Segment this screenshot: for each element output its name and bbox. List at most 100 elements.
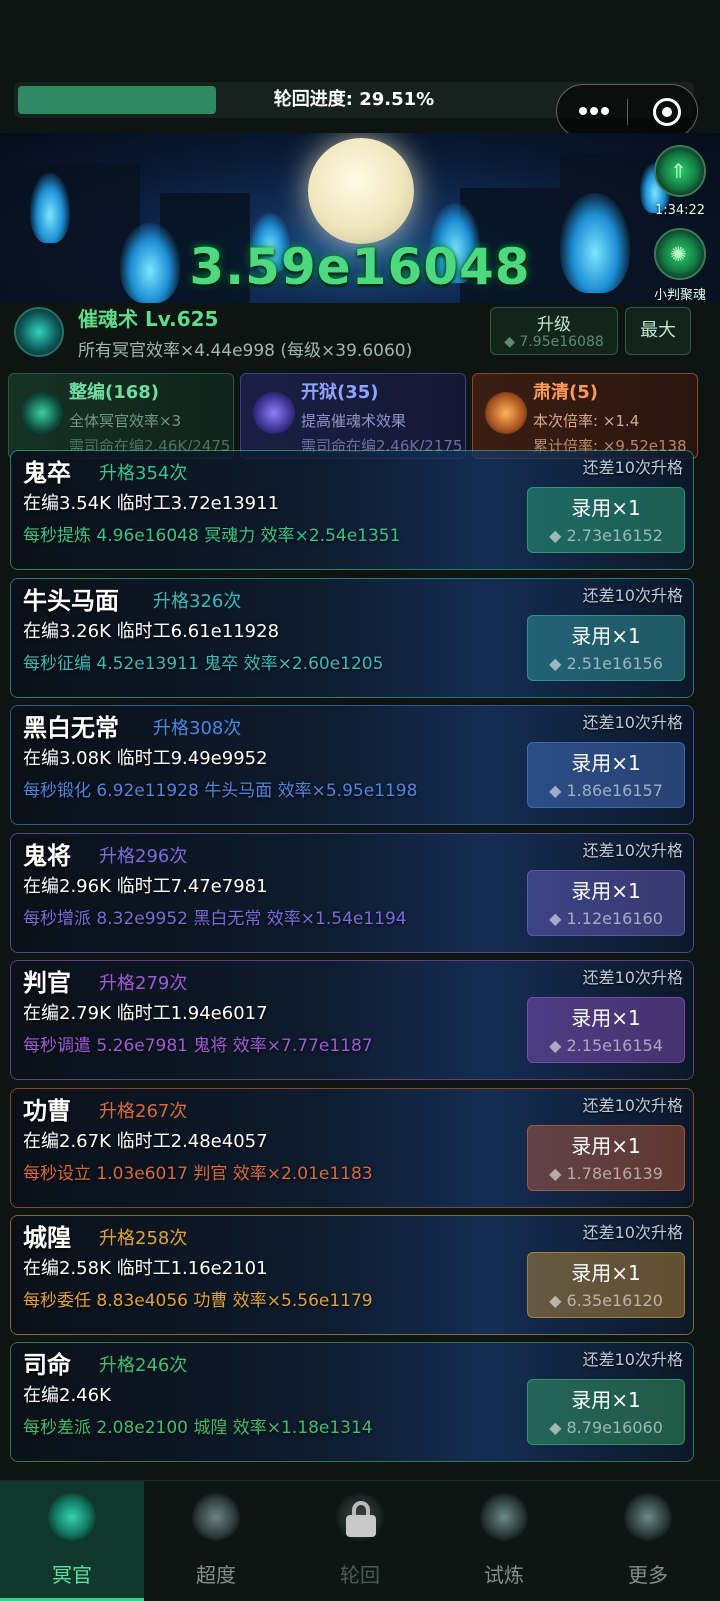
promotion-remaining: 还差10次升格 — [582, 1350, 683, 1369]
official-name: 判官 — [23, 969, 71, 997]
official-staff: 在编2.79K 临时工1.94e6017 — [23, 1003, 268, 1024]
upgrade-cost: ◆ 7.95e16088 — [504, 334, 604, 350]
official-level: 升格267次 — [99, 1101, 188, 1122]
bottom-nav: 冥官 超度 轮回 试炼 更多 — [0, 1480, 720, 1601]
hire-button[interactable]: 录用×1 ◆ 2.15e16154 — [527, 997, 685, 1063]
speedup-timer: 1:34:22 — [654, 203, 706, 218]
hire-button[interactable]: 录用×1 ◆ 1.86e16157 — [527, 742, 685, 808]
soul-gather-icon[interactable]: ✺ — [654, 228, 706, 280]
promotion-remaining: 还差10次升格 — [582, 841, 683, 860]
miniprogram-capsule — [556, 84, 698, 138]
skill-desc: 所有冥官效率×4.44e998 (每级×39.6060) — [78, 341, 413, 361]
official-card: 牛头马面 升格326次 在编3.26K 临时工6.61e11928 每秒征编 4.52… — [10, 578, 694, 698]
nav-label: 更多 — [628, 1563, 668, 1587]
official-card: 鬼卒 升格354次在编3.54K 临时工3.72e13911 每秒提炼 4.96e1… — [10, 450, 694, 570]
hire-cost: ◆ 1.86e16157 — [549, 781, 663, 800]
hire-label: 录用×1 — [571, 879, 641, 903]
promotion-remaining: 还差10次升格 — [582, 713, 683, 732]
official-staff: 在编3.54K 临时工3.72e13911 — [23, 493, 280, 514]
official-staff: 在编2.58K 临时工1.16e2101 — [23, 1258, 268, 1279]
promotion-remaining: 还差10次升格 — [582, 1223, 683, 1242]
hire-cost: ◆ 2.73e16152 — [549, 526, 663, 545]
hire-label: 录用×1 — [571, 1006, 641, 1030]
open-prison-title: 开狱(35) — [301, 382, 379, 403]
promotion-remaining: 还差10次升格 — [582, 968, 683, 987]
official-staff: 在编3.26K 临时工6.61e11928 — [23, 621, 280, 642]
official-card: 判官 升格279次在编2.79K 临时工1.94e6017 每秒调遣 5.26e79… — [10, 960, 694, 1080]
official-production: 每秒调遣 5.26e7981 鬼将 效率×7.77e1187 — [23, 1036, 373, 1056]
purge-desc: 本次倍率: ×1.4 — [533, 412, 640, 430]
hire-label: 录用×1 — [571, 751, 641, 775]
nav-salvation[interactable]: 超度 — [144, 1481, 288, 1601]
official-production: 每秒设立 1.03e6017 判官 效率×2.01e1183 — [23, 1164, 373, 1184]
upgrade-label: 升级 — [537, 315, 571, 335]
reorganize-panel[interactable]: 整编(168) 全体冥官效率×3 需司命在编2.46K/2475 — [8, 373, 234, 459]
hire-button[interactable]: 录用×1 ◆ 2.51e16156 — [527, 615, 685, 681]
nav-trial[interactable]: 试炼 — [432, 1481, 576, 1601]
promotion-remaining: 还差10次升格 — [582, 1096, 683, 1115]
moon — [308, 138, 414, 244]
reorganize-icon — [21, 392, 63, 434]
skill-max-button[interactable]: 最大 — [625, 307, 691, 355]
hire-label: 录用×1 — [571, 1388, 641, 1412]
hire-cost: ◆ 1.78e16139 — [549, 1164, 663, 1183]
capsule-divider — [627, 99, 628, 125]
official-production: 每秒提炼 4.96e16048 冥魂力 效率×2.54e1351 — [23, 526, 401, 546]
official-production: 每秒委任 8.83e4056 功曹 效率×5.56e1179 — [23, 1291, 373, 1311]
official-level: 升格258次 — [99, 1228, 188, 1249]
soul-urging-skill-icon — [14, 307, 64, 357]
official-level: 升格246次 — [99, 1355, 188, 1376]
hire-button[interactable]: 录用×1 ◆ 8.79e16060 — [527, 1379, 685, 1445]
official-production: 每秒增派 8.32e9952 黑白无常 效率×1.54e1194 — [23, 909, 407, 929]
hire-label: 录用×1 — [571, 496, 641, 520]
hire-label: 录用×1 — [571, 624, 641, 648]
promotion-remaining: 还差10次升格 — [582, 458, 683, 477]
official-staff: 在编3.08K 临时工9.49e9952 — [23, 748, 268, 769]
hire-cost: ◆ 6.35e16120 — [549, 1291, 663, 1310]
close-target-icon[interactable] — [653, 98, 681, 126]
official-name: 司命 — [23, 1351, 71, 1379]
speedup-icon[interactable]: ⇑ — [654, 145, 706, 197]
nav-more[interactable]: 更多 — [576, 1481, 720, 1601]
official-card: 司命 升格246次 在编2.46K 每秒差派 2.08e2100 城隍 效率×1.18… — [10, 1342, 694, 1462]
hire-label: 录用×1 — [571, 1261, 641, 1285]
purge-title: 肃清(5) — [533, 382, 598, 403]
hire-button[interactable]: 录用×1 ◆ 6.35e16120 — [527, 1252, 685, 1318]
hire-cost: ◆ 8.79e16060 — [549, 1418, 663, 1437]
promotion-remaining: 还差10次升格 — [582, 586, 683, 605]
official-production: 每秒锻化 6.92e11928 牛头马面 效率×5.95e1198 — [23, 781, 418, 801]
hire-button[interactable]: 录用×1 ◆ 1.78e16139 — [527, 1125, 685, 1191]
official-name: 鬼将 — [23, 842, 71, 870]
official-name: 功曹 — [23, 1097, 71, 1125]
official-name: 鬼卒 — [23, 459, 71, 487]
official-level: 升格279次 — [99, 973, 188, 994]
official-level: 升格308次 — [153, 718, 242, 739]
nav-label: 冥官 — [52, 1563, 92, 1587]
soul-power-total: 3.59e16048 — [189, 238, 531, 296]
official-level: 升格296次 — [99, 846, 188, 867]
nav-officials[interactable]: 冥官 — [0, 1481, 144, 1601]
skill-name: 催魂术 Lv.625 — [78, 307, 219, 331]
underworld-banner: 3.59e16048 — [0, 133, 720, 303]
open-prison-panel[interactable]: 开狱(35) 提高催魂术效果 需司命在编2.46K/2175 — [240, 373, 466, 459]
official-name: 牛头马面 — [23, 587, 119, 615]
nav-label: 超度 — [196, 1563, 236, 1587]
official-level: 升格354次 — [99, 463, 188, 484]
hire-cost: ◆ 1.12e16160 — [549, 909, 663, 928]
hire-cost: ◆ 2.15e16154 — [549, 1036, 663, 1055]
open-prison-icon — [253, 392, 295, 434]
reorganize-desc: 全体冥官效率×3 — [69, 412, 182, 430]
purge-panel[interactable]: 肃清(5) 本次倍率: ×1.4 累计倍率: ×9.52e138 — [472, 373, 698, 459]
official-card: 鬼将 升格296次在编2.96K 临时工7.47e7981 每秒增派 8.32e99… — [10, 833, 694, 953]
skill-upgrade-button[interactable]: 升级 ◆ 7.95e16088 — [490, 307, 618, 355]
hire-button[interactable]: 录用×1 ◆ 2.73e16152 — [527, 487, 685, 553]
more-icon[interactable] — [579, 105, 609, 117]
official-staff: 在编2.96K 临时工7.47e7981 — [23, 876, 268, 897]
official-production: 每秒征编 4.52e13911 鬼卒 效率×2.60e1205 — [23, 654, 384, 674]
official-name: 黑白无常 — [23, 714, 119, 742]
official-card: 功曹 升格267次 在编2.67K 临时工2.48e4057 每秒设立 1.03e60… — [10, 1088, 694, 1208]
more-menu-icon — [624, 1493, 672, 1541]
nav-reincarnation[interactable]: 轮回 — [288, 1481, 432, 1601]
hire-button[interactable]: 录用×1 ◆ 1.12e16160 — [527, 870, 685, 936]
official-staff: 在编2.46K — [23, 1385, 111, 1406]
